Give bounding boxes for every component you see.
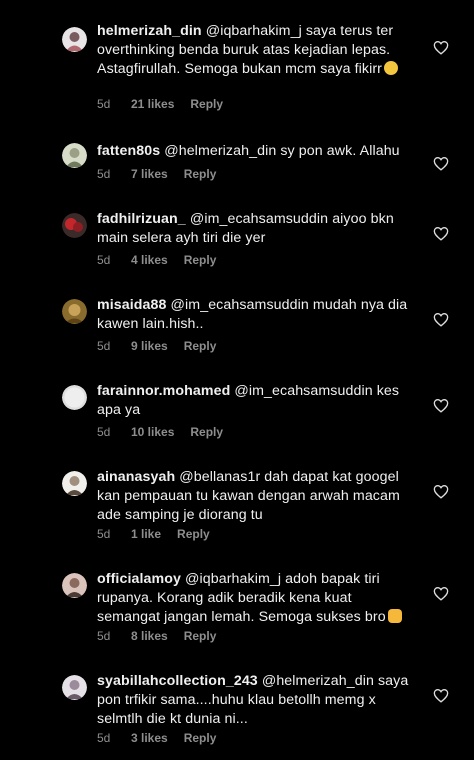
comment-time: 5d <box>97 629 111 643</box>
comment-meta: 5d 1 like Reply <box>97 527 210 541</box>
comment-meta: 5d 10 likes Reply <box>97 425 223 439</box>
heart-icon[interactable] <box>433 226 449 241</box>
avatar[interactable] <box>62 675 87 700</box>
reply-button[interactable]: Reply <box>184 167 217 181</box>
comment-time: 5d <box>97 167 111 181</box>
avatar[interactable] <box>62 573 87 598</box>
comment-likes[interactable]: 4 likes <box>131 253 168 267</box>
comment-text-block: syabillahcollection_243 @helmerizah_din s… <box>97 672 417 729</box>
comments-screen: { "comments": [ { "username": "helmeriza… <box>0 0 474 760</box>
comment-meta: 5d 3 likes Reply <box>97 731 216 745</box>
comment-username[interactable]: farainnor.mohamed <box>97 383 230 399</box>
comment-username[interactable]: fadhilrizuan_ <box>97 211 186 227</box>
comment-likes[interactable]: 10 likes <box>131 425 174 439</box>
heart-icon[interactable] <box>433 484 449 499</box>
comment-meta: 5d 8 likes Reply <box>97 629 216 643</box>
comment-meta: 5d 21 likes Reply <box>97 97 223 111</box>
comment-text-block: ainanasyah @bellanas1r dah dapat kat goog… <box>97 468 417 525</box>
comment-time: 5d <box>97 253 111 267</box>
comment-time: 5d <box>97 731 111 745</box>
comment-likes[interactable]: 21 likes <box>131 97 174 111</box>
comment-time: 5d <box>97 339 111 353</box>
comment-body: @helmerizah_din sy pon awk. Allahu <box>164 143 400 159</box>
crying-face-icon <box>384 61 399 75</box>
comment-username[interactable]: misaida88 <box>97 297 167 313</box>
reply-button[interactable]: Reply <box>184 731 217 745</box>
comment-username[interactable]: fatten80s <box>97 143 160 159</box>
reply-button[interactable]: Reply <box>184 629 217 643</box>
heart-icon[interactable] <box>433 586 449 601</box>
comment-username[interactable]: ainanasyah <box>97 469 175 485</box>
clapping-hands-icon <box>387 609 402 623</box>
avatar[interactable] <box>62 143 87 168</box>
comment-text-block: misaida88 @im_ecahsamsuddin mudah nya dia… <box>97 296 417 334</box>
comment-text-block: fadhilrizuan_ @im_ecahsamsuddin aiyoo bkn… <box>97 210 417 248</box>
reply-button[interactable]: Reply <box>190 97 223 111</box>
avatar[interactable] <box>62 213 87 238</box>
avatar[interactable] <box>62 471 87 496</box>
comment-text-block: officialamoy @iqbarhakim_j adoh bapak tir… <box>97 570 417 627</box>
comment-meta: 5d 7 likes Reply <box>97 167 216 181</box>
avatar[interactable] <box>62 385 87 410</box>
comment-username[interactable]: helmerizah_din <box>97 23 202 39</box>
heart-icon[interactable] <box>433 688 449 703</box>
reply-button[interactable]: Reply <box>177 527 210 541</box>
comment-text-block: helmerizah_din @iqbarhakim_j saya terus t… <box>97 22 417 79</box>
comment-username[interactable]: officialamoy <box>97 571 181 587</box>
heart-icon[interactable] <box>433 398 449 413</box>
comment-likes[interactable]: 3 likes <box>131 731 168 745</box>
comment-time: 5d <box>97 97 111 111</box>
heart-icon[interactable] <box>433 312 449 327</box>
comment-time: 5d <box>97 527 111 541</box>
comment-text-block: fatten80s @helmerizah_din sy pon awk. All… <box>97 142 417 161</box>
comment-likes[interactable]: 9 likes <box>131 339 168 353</box>
avatar[interactable] <box>62 299 87 324</box>
comment-username[interactable]: syabillahcollection_243 <box>97 673 258 689</box>
comment-likes[interactable]: 1 like <box>131 527 161 541</box>
heart-icon[interactable] <box>433 40 449 55</box>
reply-button[interactable]: Reply <box>184 339 217 353</box>
avatar[interactable] <box>62 27 87 52</box>
comment-text-block: farainnor.mohamed @im_ecahsamsuddin kes a… <box>97 382 417 420</box>
comment-likes[interactable]: 7 likes <box>131 167 168 181</box>
heart-icon[interactable] <box>433 156 449 171</box>
comment-meta: 5d 4 likes Reply <box>97 253 216 267</box>
comment-meta: 5d 9 likes Reply <box>97 339 216 353</box>
comment-time: 5d <box>97 425 111 439</box>
reply-button[interactable]: Reply <box>184 253 217 267</box>
reply-button[interactable]: Reply <box>190 425 223 439</box>
comment-likes[interactable]: 8 likes <box>131 629 168 643</box>
